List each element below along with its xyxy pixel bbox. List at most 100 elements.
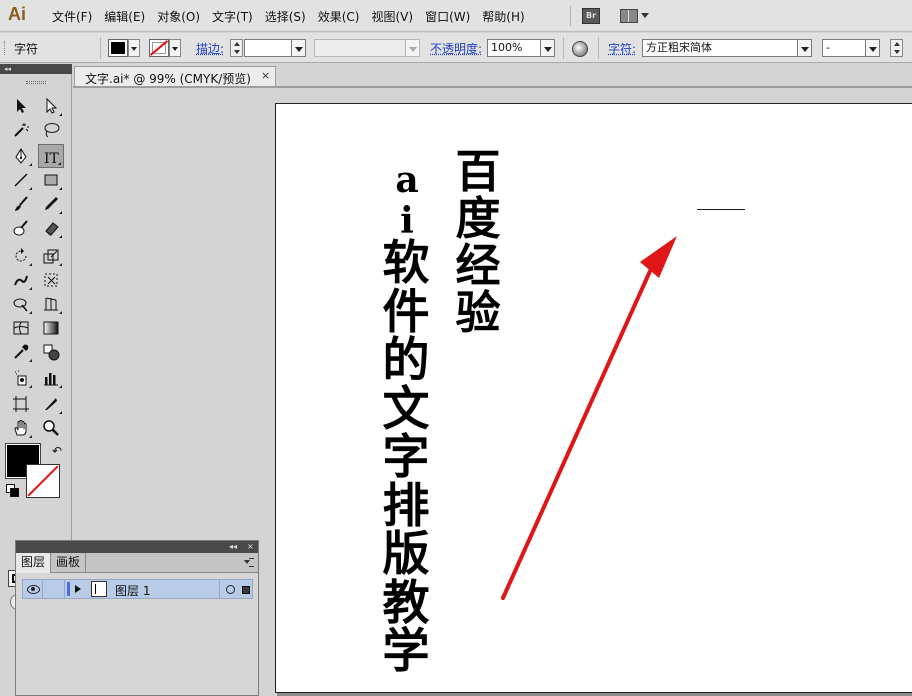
visibility-eye-icon[interactable]	[23, 580, 43, 598]
artboard-icon	[13, 396, 29, 412]
layer-color-tag	[67, 582, 70, 596]
fill-dropdown-arrow[interactable]	[128, 39, 140, 57]
divider	[100, 37, 101, 59]
vertical-text-char: 文	[382, 381, 430, 437]
zoom-tool[interactable]	[38, 416, 64, 440]
perspective-grid-icon	[44, 297, 58, 311]
stroke-weight-dropdown[interactable]	[291, 39, 306, 57]
swap-fill-stroke-icon[interactable]: ↶	[52, 444, 62, 458]
document-tab[interactable]: 文字.ai* @ 99% (CMYK/预览) ×	[74, 66, 276, 86]
layers-panel: ◂◂ × 图层 画板 图层 1	[15, 540, 259, 696]
rectangle-icon	[44, 174, 58, 186]
shape-builder-icon	[13, 298, 28, 312]
blend-tool[interactable]	[38, 340, 64, 364]
tools-panel-header[interactable]: ◂◂	[0, 64, 72, 74]
tab-layers[interactable]: 图层	[16, 553, 52, 573]
type-tool[interactable]: IT	[38, 144, 64, 168]
recolor-globe-icon[interactable]	[572, 41, 588, 57]
font-family-dropdown[interactable]	[797, 39, 812, 57]
rotate-tool[interactable]	[8, 244, 34, 268]
artboard-tool[interactable]	[8, 392, 34, 416]
panel-menu-icon[interactable]	[244, 558, 254, 567]
close-icon[interactable]: ×	[261, 69, 270, 82]
scale-tool[interactable]	[38, 244, 64, 268]
menu-select[interactable]: 选择(S)	[259, 8, 312, 25]
opacity-input[interactable]: 100%	[487, 39, 541, 57]
stroke-dropdown-arrow[interactable]	[169, 39, 181, 57]
lasso-tool[interactable]	[38, 118, 64, 142]
symbol-sprayer-tool[interactable]	[8, 366, 34, 390]
stroke-swatch[interactable]	[26, 464, 60, 498]
font-size-spinner[interactable]	[890, 39, 903, 57]
layer-row[interactable]: 图层 1	[22, 579, 253, 599]
close-icon[interactable]: ×	[247, 541, 254, 552]
layer-target-icon[interactable]	[219, 580, 253, 598]
magic-wand-tool[interactable]	[8, 118, 34, 142]
tab-artboards[interactable]: 画板	[51, 553, 87, 573]
eraser-tool[interactable]	[38, 216, 64, 240]
pencil-tool[interactable]	[38, 192, 64, 216]
rectangle-tool[interactable]	[38, 168, 64, 192]
stroke-color-swatch[interactable]	[149, 39, 169, 57]
warp-icon	[14, 275, 28, 286]
line-segment-tool[interactable]	[8, 168, 34, 192]
column-graph-tool[interactable]	[38, 366, 64, 390]
lock-toggle[interactable]	[43, 580, 65, 598]
app-logo: Ai	[8, 4, 26, 24]
tools-panel-grip[interactable]	[26, 81, 46, 84]
stroke-weight-input[interactable]	[244, 39, 292, 57]
eyedropper-tool[interactable]	[8, 340, 34, 364]
font-family-input[interactable]: 方正粗宋简体	[642, 39, 798, 57]
blob-brush-tool[interactable]	[8, 216, 34, 240]
bridge-button[interactable]: Br	[582, 8, 600, 24]
slice-tool[interactable]	[38, 392, 64, 416]
vertical-text-main[interactable]: 软件的文字排版教学	[380, 239, 432, 677]
control-bar-grip[interactable]	[4, 41, 7, 55]
workspace-switcher[interactable]	[620, 8, 650, 24]
menu-effect[interactable]: 效果(C)	[312, 8, 366, 25]
opacity-label[interactable]: 不透明度:	[430, 40, 482, 57]
expand-triangle-icon[interactable]	[75, 585, 81, 593]
magic-wand-icon	[14, 123, 29, 137]
direct-selection-tool[interactable]	[38, 94, 64, 118]
layers-panel-header[interactable]: ◂◂ ×	[16, 541, 258, 553]
menu-view[interactable]: 视图(V)	[365, 8, 419, 25]
collapse-icon[interactable]: ◂◂	[229, 541, 237, 552]
mesh-tool[interactable]	[8, 316, 34, 340]
menu-window[interactable]: 窗口(W)	[419, 8, 476, 25]
vertical-text-ai[interactable]: ai	[384, 160, 430, 242]
text-insertion-line	[697, 209, 745, 210]
column-graph-icon	[44, 373, 58, 386]
menu-type[interactable]: 文字(T)	[206, 8, 259, 25]
stroke-weight-spinner[interactable]	[230, 39, 243, 57]
vertical-text-char: 件	[382, 284, 430, 340]
shape-builder-tool[interactable]	[8, 292, 34, 316]
perspective-grid-tool[interactable]	[38, 292, 64, 316]
default-fill-stroke-icon[interactable]	[6, 484, 19, 497]
gradient-icon	[43, 321, 59, 335]
menu-help[interactable]: 帮助(H)	[476, 8, 530, 25]
selection-type-label: 字符	[14, 42, 39, 56]
layer-name[interactable]: 图层 1	[115, 582, 150, 599]
scale-icon	[43, 249, 59, 264]
selection-tool[interactable]	[8, 94, 34, 118]
font-style-dropdown[interactable]	[865, 39, 880, 57]
tools-panel: ◂◂ IT ↶	[0, 64, 72, 610]
lasso-icon	[44, 123, 60, 138]
menu-file[interactable]: 文件(F)	[46, 8, 98, 25]
pen-tool[interactable]	[8, 144, 34, 168]
paintbrush-tool[interactable]	[8, 192, 34, 216]
opacity-dropdown[interactable]	[540, 39, 555, 57]
menu-edit[interactable]: 编辑(E)	[98, 8, 151, 25]
font-style-input[interactable]: -	[822, 39, 866, 57]
stroke-label[interactable]: 描边:	[196, 40, 224, 57]
mesh-icon	[13, 321, 29, 335]
fill-color-swatch[interactable]	[108, 39, 128, 57]
gradient-tool[interactable]	[38, 316, 64, 340]
layers-list-empty	[22, 599, 253, 695]
character-label[interactable]: 字符:	[608, 40, 636, 57]
free-transform-tool[interactable]	[38, 268, 64, 292]
warp-tool[interactable]	[8, 268, 34, 292]
menu-object[interactable]: 对象(O)	[151, 8, 206, 25]
hand-tool[interactable]	[8, 416, 34, 440]
